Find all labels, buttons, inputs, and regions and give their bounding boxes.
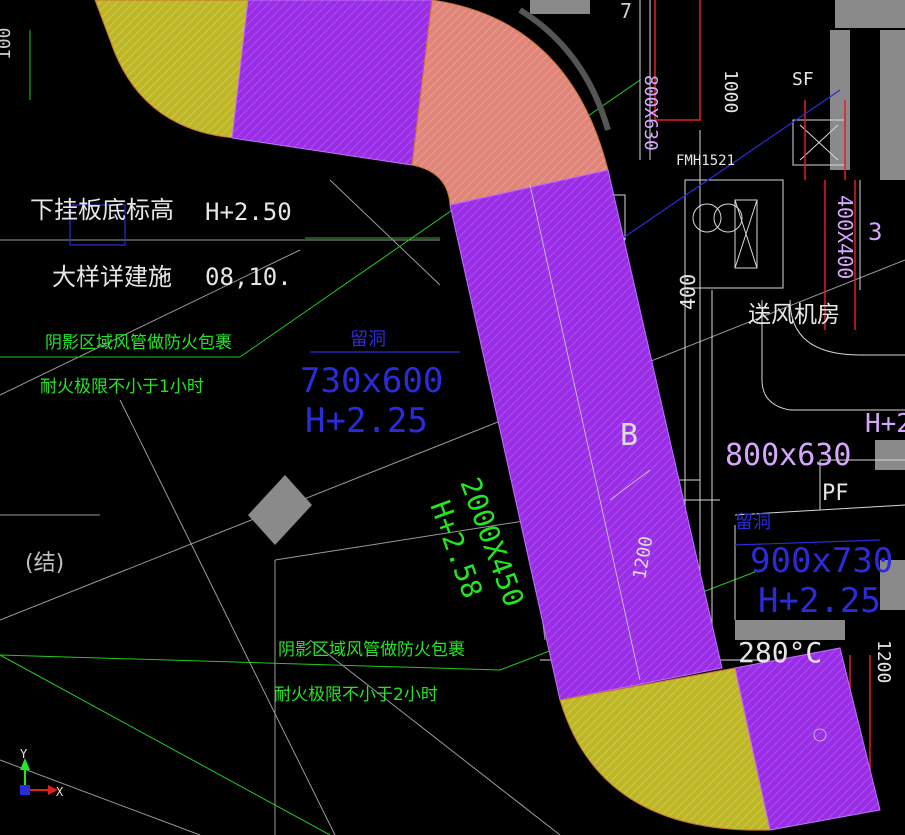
elbow-top-left [94, 0, 249, 139]
duct-run [94, 0, 881, 831]
ucs-icon: Y X [20, 747, 64, 799]
duct-800x630-b: 800X630 [640, 75, 661, 151]
fire-note-1-line1: 阴影区域风管做防火包裹 [45, 333, 232, 353]
opening-1-size: 730x600 [300, 361, 443, 401]
duct-segment-top [231, 0, 433, 166]
h-plus: H+2 [865, 409, 905, 439]
opening-1-height: H+2.25 [305, 401, 428, 441]
duct-800x630: 800x630 [725, 438, 851, 473]
temp-tag: 280°C [738, 636, 822, 669]
hang-height-title: 下挂板底标高 [30, 196, 174, 224]
fire-note-2-line1: 阴影区域风管做防火包裹 [278, 640, 465, 660]
dim-400: 400 [676, 274, 700, 310]
duct-400x400: 400X400 [833, 195, 857, 279]
struct-note: (结) [25, 551, 64, 576]
fire-note-2-line2: 耐火极限不小于2小时 [274, 685, 438, 705]
duct-tag: B [620, 418, 638, 453]
detail-title: 大样详建施 [52, 263, 172, 291]
opening-2-size: 900x730 [750, 541, 893, 581]
dim-1200-right: 1200 [873, 640, 894, 683]
ucs-x-label: X [56, 785, 64, 799]
duct-main [449, 169, 723, 701]
dim-1000-top: 1000 [720, 70, 741, 113]
sf-tag: SF [792, 69, 814, 90]
detail-value: 08,10. [205, 263, 292, 291]
opening-2-height: H+2.25 [758, 581, 881, 621]
dim-left-top: 100 [0, 27, 15, 60]
fan-room: 送风机房 [748, 302, 840, 328]
damper-tag: FMH1521 [676, 153, 735, 169]
misc-3: 3 [868, 218, 882, 246]
pf-tag: PF [822, 481, 849, 506]
fire-note-1-line2: 耐火极限不小于1小时 [40, 377, 204, 397]
hang-height-value: H+2.50 [205, 198, 292, 226]
opening-2-title: 留洞 [735, 512, 771, 533]
ucs-y-label: Y [20, 747, 28, 761]
opening-1-title: 留洞 [350, 329, 386, 350]
misc-7: 7 [620, 0, 632, 23]
elbow-salmon [411, 0, 609, 206]
cad-drawing-canvas[interactable]: 下挂板底标高 H+2.50 大样详建施 08,10. 阴影区域风管做防火包裹 耐… [0, 0, 905, 835]
